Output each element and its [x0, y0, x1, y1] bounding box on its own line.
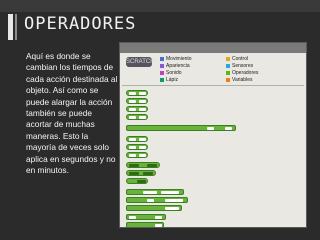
category-color-swatch: [160, 71, 164, 75]
category-label: Variables: [232, 77, 253, 83]
operator-block-add[interactable]: [126, 90, 148, 96]
category-movimiento[interactable]: Movimiento: [160, 56, 218, 62]
category-variables[interactable]: Variables: [226, 77, 292, 83]
operator-block-round[interactable]: [126, 222, 164, 227]
operator-block-equals[interactable]: [126, 144, 148, 150]
category-color-swatch: [226, 64, 230, 68]
category-label: Apariencia: [166, 63, 190, 69]
category-color-swatch: [160, 78, 164, 82]
category-color-swatch: [160, 57, 164, 61]
category-label: Control: [232, 56, 249, 62]
operator-block-length-of[interactable]: [126, 205, 182, 211]
operator-block-or[interactable]: [126, 170, 156, 176]
top-bar: [0, 0, 320, 12]
scratch-logo: SCRATCH: [126, 57, 155, 67]
operator-block-and[interactable]: [126, 162, 160, 168]
category-color-swatch: [226, 57, 230, 61]
title-accent-bar: [8, 14, 13, 40]
operator-block-letter-of[interactable]: [126, 197, 188, 203]
operator-block-greater-than[interactable]: [126, 152, 148, 158]
operator-block-mod[interactable]: [126, 214, 166, 220]
operator-block-not[interactable]: [126, 178, 148, 184]
category-apariencia[interactable]: Apariencia: [160, 63, 218, 69]
category-operadores[interactable]: Operadores: [226, 70, 292, 76]
category-label: Sensores: [232, 63, 254, 69]
slide-body-text: Aquí es donde se cambian los tiempos de …: [26, 51, 118, 176]
category-label: Movimiento: [166, 56, 192, 62]
palette-divider: [122, 85, 304, 86]
category-control[interactable]: Control: [226, 56, 292, 62]
category-lapiz[interactable]: Lápiz: [160, 77, 218, 83]
slide: OPERADORES Aquí es donde se cambian los …: [0, 0, 320, 240]
slide-title: OPERADORES: [24, 14, 137, 34]
operator-block-join[interactable]: [126, 189, 184, 195]
operator-block-divide[interactable]: [126, 114, 148, 120]
operator-block-less-than[interactable]: [126, 136, 148, 142]
category-label: Operadores: [232, 70, 259, 76]
category-sonido[interactable]: Sonido: [160, 70, 218, 76]
operator-block-subtract[interactable]: [126, 98, 148, 104]
scratch-screenshot: SCRATCH Movimiento Apariencia Sonido Láp…: [119, 42, 307, 228]
category-color-swatch: [226, 78, 230, 82]
title-accent-bar-thin: [15, 14, 17, 40]
category-label: Lápiz: [166, 77, 178, 83]
category-sensores[interactable]: Sensores: [226, 63, 292, 69]
screenshot-toolbar: [120, 43, 306, 53]
category-color-swatch: [160, 64, 164, 68]
operator-block-multiply[interactable]: [126, 106, 148, 112]
operator-block-random[interactable]: [126, 125, 236, 131]
category-label: Sonido: [166, 70, 182, 76]
category-color-swatch: [226, 71, 230, 75]
